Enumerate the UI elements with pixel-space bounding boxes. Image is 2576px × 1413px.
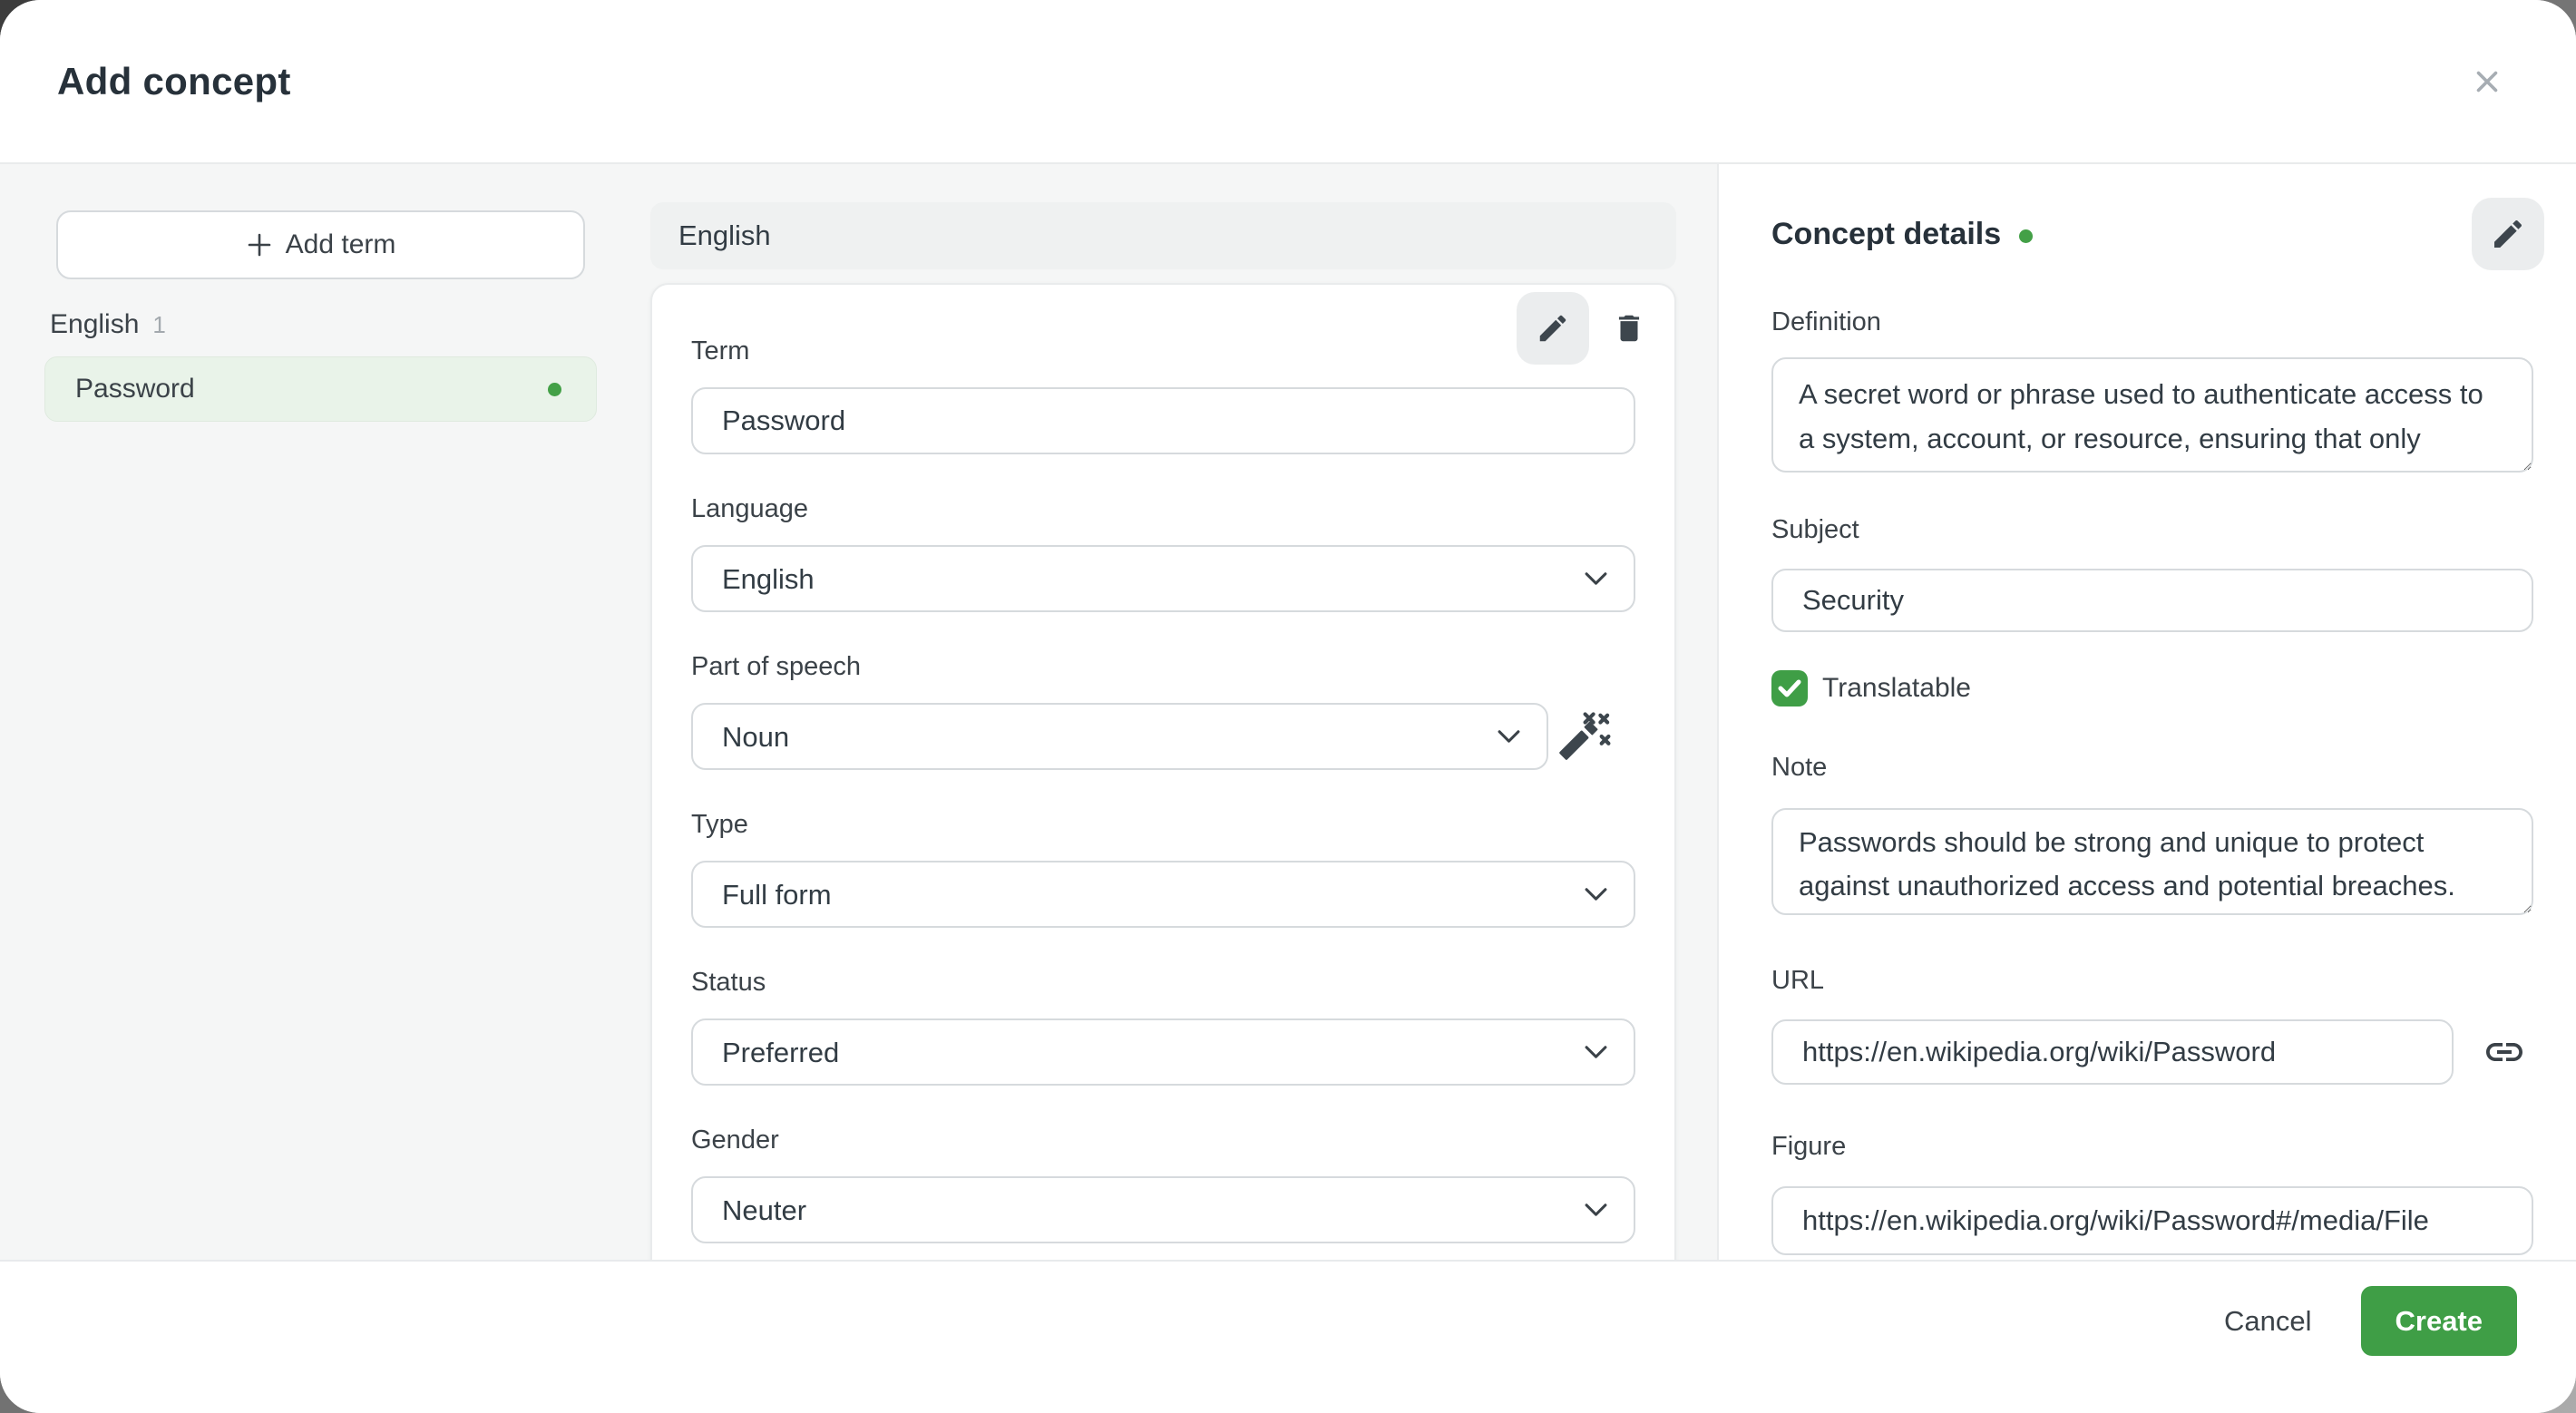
status-select[interactable]: Preferred bbox=[691, 1018, 1635, 1086]
translatable-checkbox[interactable] bbox=[1771, 670, 1808, 706]
checkmark-icon bbox=[1778, 679, 1801, 697]
term-input[interactable] bbox=[691, 387, 1635, 454]
term-item-label: Password bbox=[75, 374, 195, 404]
part-of-speech-field-group: Part of speech Noun bbox=[691, 650, 1635, 770]
concept-details-panel: Concept details Definition A secret word… bbox=[1717, 164, 2576, 1260]
magic-wand-button[interactable] bbox=[1548, 703, 1617, 770]
definition-textarea[interactable]: A secret word or phrase used to authenti… bbox=[1771, 357, 2533, 473]
part-of-speech-label: Part of speech bbox=[691, 652, 861, 681]
term-card: Term Language English Part of speech Nou… bbox=[650, 283, 1676, 1260]
concept-status-dot bbox=[2019, 229, 2034, 243]
language-field-group: Language English bbox=[691, 492, 1635, 612]
close-button[interactable] bbox=[2458, 53, 2516, 111]
type-label: Type bbox=[691, 810, 748, 839]
translatable-field: Translatable bbox=[1771, 670, 2533, 706]
language-label: Language bbox=[691, 494, 809, 523]
note-label: Note bbox=[1771, 753, 1828, 782]
add-term-button[interactable]: Add term bbox=[56, 210, 585, 279]
dialog-footer: Cancel Create bbox=[0, 1260, 2576, 1413]
status-field-group: Status Preferred bbox=[691, 966, 1635, 1086]
figure-input[interactable] bbox=[1771, 1186, 2533, 1255]
type-select[interactable]: Full form bbox=[691, 861, 1635, 928]
note-textarea[interactable]: Passwords should be strong and unique to… bbox=[1771, 808, 2533, 915]
gender-label: Gender bbox=[691, 1126, 779, 1155]
concept-details-header: Concept details bbox=[1771, 198, 2544, 270]
edit-concept-button[interactable] bbox=[2472, 198, 2544, 270]
language-section-title: English bbox=[678, 219, 771, 251]
term-card-actions bbox=[1517, 292, 1654, 365]
language-group-label: English bbox=[50, 309, 140, 339]
link-icon bbox=[2486, 1043, 2522, 1061]
definition-label: Definition bbox=[1771, 307, 1881, 336]
translatable-label: Translatable bbox=[1822, 673, 1971, 703]
trash-icon bbox=[1618, 315, 1640, 342]
pencil-icon bbox=[1539, 315, 1566, 342]
delete-term-button[interactable] bbox=[1604, 296, 1654, 361]
add-term-label: Add term bbox=[285, 229, 396, 259]
cancel-button[interactable]: Cancel bbox=[2193, 1286, 2343, 1356]
term-editor-column: English Term Language bbox=[641, 164, 1717, 1260]
language-select[interactable]: English bbox=[691, 545, 1635, 612]
term-count: 1 bbox=[152, 311, 166, 338]
concept-details-title: Concept details bbox=[1771, 216, 2002, 251]
magic-wand-icon bbox=[1559, 712, 1611, 760]
pencil-icon bbox=[2494, 219, 2522, 248]
url-field bbox=[1771, 1019, 2533, 1085]
part-of-speech-select[interactable]: Noun bbox=[691, 703, 1548, 770]
term-sidebar: Add term English 1 Password bbox=[0, 164, 641, 1260]
type-field-group: Type Full form bbox=[691, 808, 1635, 928]
term-list-item-password[interactable]: Password bbox=[44, 356, 597, 422]
status-label: Status bbox=[691, 968, 766, 997]
dialog-title: Add concept bbox=[57, 59, 291, 102]
close-icon bbox=[2476, 71, 2498, 92]
term-status-dot bbox=[548, 382, 561, 396]
add-concept-dialog: Add concept Add term English 1 Password bbox=[0, 0, 2576, 1413]
create-button[interactable]: Create bbox=[2360, 1286, 2517, 1356]
language-group-header: English 1 bbox=[50, 309, 591, 340]
gender-field-group: Gender Neuter bbox=[691, 1124, 1635, 1243]
open-link-button[interactable] bbox=[2481, 1028, 2528, 1076]
language-section-header: English bbox=[650, 202, 1676, 269]
dialog-body: Add term English 1 Password English Term… bbox=[0, 164, 2576, 1260]
term-label: Term bbox=[691, 336, 750, 365]
plus-icon bbox=[248, 233, 270, 257]
term-field-group: Term bbox=[691, 335, 1635, 454]
url-label: URL bbox=[1771, 966, 1825, 995]
dialog-header: Add concept bbox=[0, 0, 2576, 164]
subject-input[interactable] bbox=[1771, 569, 2533, 632]
subject-label: Subject bbox=[1771, 515, 1859, 544]
edit-term-button[interactable] bbox=[1517, 292, 1589, 365]
figure-label: Figure bbox=[1771, 1132, 1847, 1161]
url-input[interactable] bbox=[1771, 1019, 2454, 1085]
gender-select[interactable]: Neuter bbox=[691, 1176, 1635, 1243]
